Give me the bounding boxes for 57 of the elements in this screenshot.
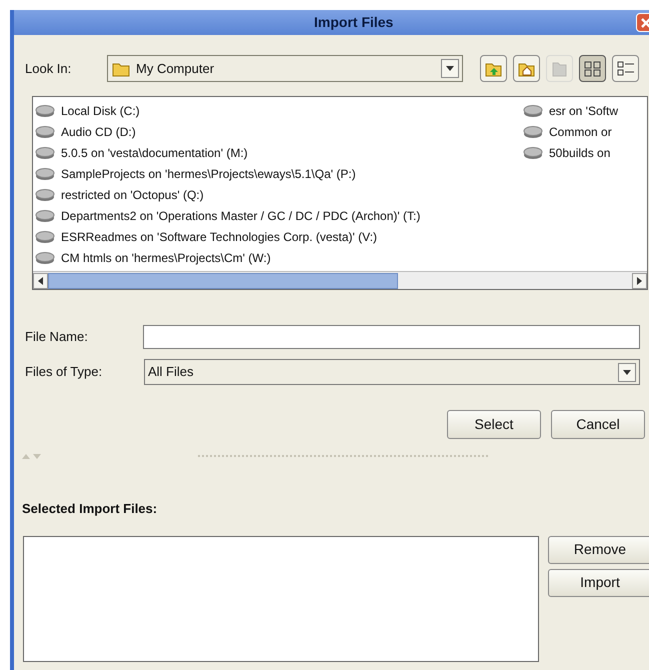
dialog-button[interactable]: Remove (548, 536, 649, 564)
drive-item[interactable]: 50builds on (549, 144, 610, 162)
drive-item[interactable]: SampleProjects on 'hermes\Projects\eways\5.1\Qa' (P:) (61, 164, 356, 182)
files-of-type-dropdown[interactable]: All Files (144, 359, 640, 385)
drive-icon (35, 166, 55, 180)
drive-icon (35, 230, 55, 244)
close-icon (641, 18, 649, 28)
home-button[interactable] (513, 55, 540, 82)
list-view-button[interactable] (579, 55, 606, 82)
drive-item[interactable]: Local Disk (C:) (61, 102, 140, 120)
details-view-icon (616, 58, 636, 78)
drive-item[interactable]: Departments2 on 'Operations Master / GC / DC / PDC (Archon)' (T:) (61, 206, 420, 224)
splitter-handle[interactable] (198, 455, 488, 457)
dialog-button[interactable]: Import (548, 568, 649, 596)
drive-item[interactable]: esr on 'Softw (549, 102, 618, 120)
drive-icon (35, 208, 55, 222)
list-view-icon (582, 58, 602, 78)
drive-item[interactable]: ESRReadmes on 'Software Technologies Corp. (vesta)' (V:) (61, 228, 378, 246)
folder-icon (112, 60, 130, 76)
dialog-button[interactable]: Cancel (551, 410, 645, 439)
splitter-arrows-icon (22, 453, 42, 459)
details-view-button[interactable] (612, 55, 639, 82)
drive-icon (523, 124, 543, 138)
up-button[interactable] (480, 55, 507, 82)
drive-icon (35, 124, 55, 138)
drive-item[interactable]: CM htmls on 'hermes\Projects\Cm' (W:) (61, 248, 271, 266)
caret-icon (623, 370, 631, 374)
scroll-left-button[interactable] (33, 272, 48, 288)
dropdown-arrow-button[interactable] (441, 59, 459, 78)
file-name-label: File Name: (25, 328, 89, 346)
right-arrow-icon (637, 276, 642, 284)
drive-icon (523, 146, 543, 160)
look-in-dropdown[interactable]: My Computer (107, 55, 463, 82)
window-title: Import Files (314, 13, 394, 32)
drive-icon (523, 104, 543, 118)
drive-icon (35, 250, 55, 264)
file-list[interactable] (32, 96, 648, 290)
left-arrow-icon (38, 276, 43, 284)
look-in-label: Look In: (25, 60, 72, 78)
files-of-type-label: Files of Type: (25, 363, 104, 382)
drive-icon (35, 146, 55, 160)
dropdown-arrow-button[interactable] (618, 362, 636, 382)
drive-item[interactable]: Audio CD (D:) (61, 122, 136, 140)
look-in-value: My Computer (136, 60, 216, 78)
selected-files-label: Selected Import Files: (22, 500, 158, 518)
drive-item[interactable]: Common or (549, 122, 612, 140)
scroll-thumb[interactable] (48, 272, 398, 288)
file-name-field[interactable] (143, 325, 640, 349)
drive-item[interactable]: restricted on 'Octopus' (Q:) (61, 186, 204, 204)
drive-icon (35, 188, 55, 202)
scroll-right-button[interactable] (632, 272, 647, 288)
caret-icon (446, 66, 454, 71)
horizontal-scrollbar[interactable] (33, 271, 647, 289)
files-of-type-value: All Files (148, 363, 195, 382)
drive-item[interactable]: 5.0.5 on 'vesta\documentation' (M:) (61, 144, 248, 162)
drive-icon (35, 104, 55, 118)
dialog-button[interactable]: Select (447, 410, 541, 439)
